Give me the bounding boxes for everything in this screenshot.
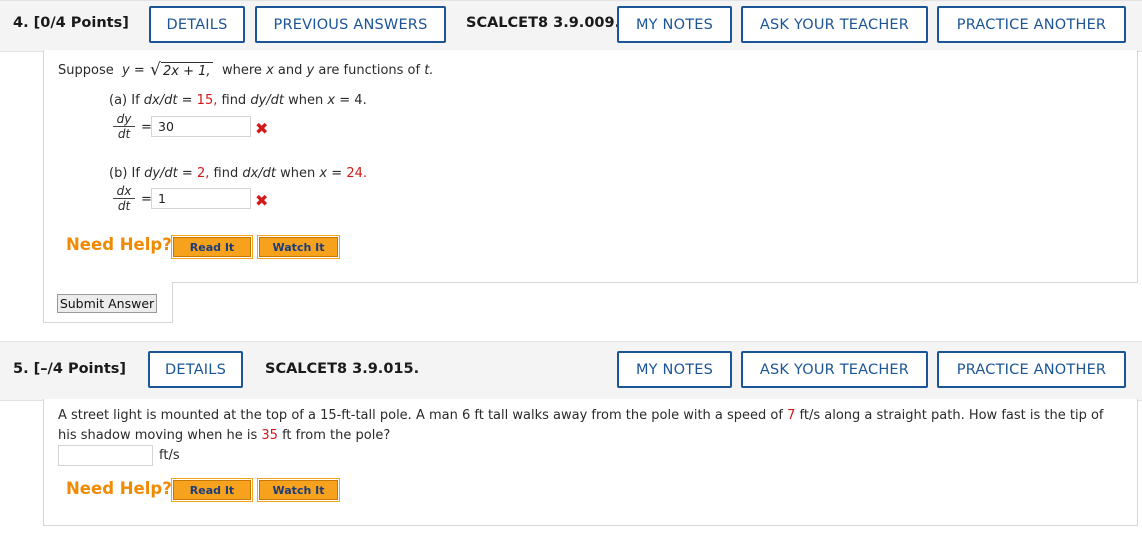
part-a-cond-var: x <box>327 93 336 108</box>
part-a-frac-num: dy <box>113 113 135 127</box>
part-b-frac-num: dx <box>113 185 135 199</box>
q5-need-help-label: Need Help? <box>66 479 172 498</box>
q5-title: 5. [–/4 Points] <box>13 361 127 377</box>
part-a-wrong-icon: ✖ <box>255 119 269 138</box>
q5-details-button[interactable]: DETAILS <box>148 351 243 388</box>
and-word: and <box>277 63 303 78</box>
part-a-fraction: dy dt <box>113 113 135 141</box>
q4-practice-another-button[interactable]: PRACTICE ANOTHER <box>937 6 1126 43</box>
q5-read-it-button[interactable]: Read It <box>171 478 253 502</box>
part-a-given-value: 15, <box>196 93 218 108</box>
y-variable: y <box>122 63 130 78</box>
part-a-cond-eq: = <box>339 93 351 108</box>
q5-distance-value: 35 <box>261 428 278 443</box>
part-b-label: (b) If <box>109 166 140 181</box>
suppose-word: Suppose <box>58 63 114 78</box>
part-b-answer-input[interactable]: 1 <box>151 188 251 209</box>
q5-text-3: his shadow moving when he is <box>58 428 258 443</box>
q4-read-it-button[interactable]: Read It <box>171 235 253 259</box>
part-a-eq: = <box>181 93 193 108</box>
x-variable: x <box>266 63 274 78</box>
q5-answer-input[interactable] <box>58 445 153 466</box>
part-a-given: dx/dt <box>143 93 178 108</box>
q4-my-notes-button[interactable]: MY NOTES <box>617 6 732 43</box>
part-a-answer-input[interactable]: 30 <box>151 116 251 137</box>
sqrt-sign-icon: √ <box>150 60 161 80</box>
part-a-statement: (a) If dx/dt = 15, find dy/dt when x = 4… <box>109 93 367 108</box>
submit-answer-button[interactable]: Submit Answer <box>57 294 157 313</box>
q5-ask-teacher-button[interactable]: ASK YOUR TEACHER <box>741 351 928 388</box>
y-variable-2: y <box>306 63 315 78</box>
part-a-find: find <box>221 93 247 108</box>
q4-watch-it-button[interactable]: Watch It <box>257 235 340 259</box>
q4-prompt-suffix: where x and y are functions of t. <box>222 63 433 78</box>
q5-text-2: ft/s along a straight path. How fast is … <box>799 408 1104 423</box>
q4-details-button[interactable]: DETAILS <box>149 6 245 43</box>
q5-text-1: A street light is mounted at the top of … <box>58 408 783 423</box>
q4-ask-teacher-button[interactable]: ASK YOUR TEACHER <box>741 6 928 43</box>
part-b-wrong-icon: ✖ <box>255 191 269 210</box>
q4-problem-code: SCALCET8 3.9.009. <box>466 15 621 31</box>
where-word: where <box>222 63 262 78</box>
q4-need-help-label: Need Help? <box>66 235 172 254</box>
part-a-frac-den: dt <box>117 127 131 141</box>
part-b-frac-den: dt <box>117 199 131 213</box>
part-b-cond-eq: = <box>331 166 343 181</box>
part-b-statement: (b) If dy/dt = 2, find dx/dt when x = 24… <box>109 166 367 181</box>
q5-unit-label: ft/s <box>159 448 180 463</box>
functions-of-text: are functions of <box>318 63 421 78</box>
part-a-target: dy/dt <box>250 93 285 108</box>
equals-sign: = <box>133 63 145 78</box>
q5-my-notes-button[interactable]: MY NOTES <box>617 351 732 388</box>
part-b-target: dx/dt <box>242 166 277 181</box>
part-b-eq: = <box>181 166 193 181</box>
part-a-label: (a) If <box>109 93 140 108</box>
t-variable: t. <box>424 63 434 78</box>
part-b-given: dy/dt <box>144 166 178 181</box>
q4-previous-answers-button[interactable]: PREVIOUS ANSWERS <box>255 6 446 43</box>
q5-problem-code: SCALCET8 3.9.015. <box>265 361 420 377</box>
part-b-find: find <box>213 166 239 181</box>
q5-prompt-line-2: his shadow moving when he is 35 ft from … <box>58 428 390 443</box>
q4-prompt: Suppose y = <box>58 63 145 78</box>
part-b-when: when <box>280 166 316 181</box>
part-a-when: when <box>288 93 324 108</box>
q4-title: 4. [0/4 Points] <box>13 15 129 31</box>
part-a-cond-value: 4. <box>354 93 367 108</box>
q5-practice-another-button[interactable]: PRACTICE ANOTHER <box>937 351 1126 388</box>
q5-watch-it-button[interactable]: Watch It <box>257 478 340 502</box>
q5-text-4: ft from the pole? <box>282 428 391 443</box>
part-b-fraction: dx dt <box>113 185 135 213</box>
q5-speed-value: 7 <box>787 408 796 423</box>
sqrt-expression: 2x + 1, <box>161 62 213 79</box>
q5-prompt-line-1: A street light is mounted at the top of … <box>58 408 1103 423</box>
part-b-cond-var: x <box>319 166 328 181</box>
part-b-cond-value: 24. <box>346 166 367 181</box>
part-b-given-value: 2, <box>196 166 210 181</box>
